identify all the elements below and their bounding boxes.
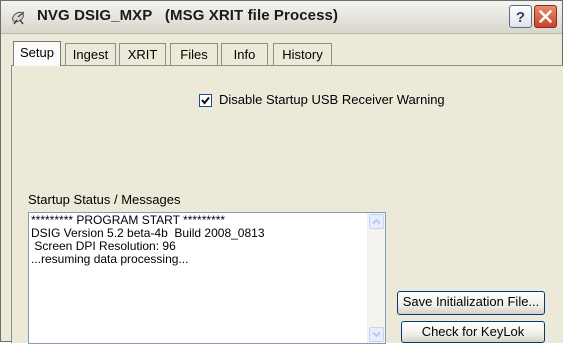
checkmark-icon xyxy=(201,96,210,105)
scroll-down-button[interactable] xyxy=(369,327,384,342)
tab-xrit[interactable]: XRIT xyxy=(119,43,166,65)
disable-usb-warning-label[interactable]: Disable Startup USB Receiver Warning xyxy=(219,92,445,107)
chevron-up-icon xyxy=(372,218,381,225)
tab-ingest[interactable]: Ingest xyxy=(65,43,116,65)
chevron-down-icon xyxy=(372,331,381,338)
messages-scrollbar[interactable] xyxy=(367,213,385,343)
svg-text:?: ? xyxy=(516,9,525,26)
main-window: NVG DSIG_MXP (MSG XRIT file Process) ? S… xyxy=(0,0,563,344)
help-button[interactable]: ? xyxy=(509,5,532,28)
tab-history[interactable]: History xyxy=(273,43,332,65)
tab-info[interactable]: Info xyxy=(221,43,268,65)
satellite-dish-icon xyxy=(11,9,27,25)
save-initialization-file-button[interactable]: Save Initialization File... xyxy=(397,291,545,315)
tab-files[interactable]: Files xyxy=(170,43,218,65)
title-bar[interactable]: NVG DSIG_MXP (MSG XRIT file Process) ? xyxy=(1,1,562,34)
check-keylok-button[interactable]: Check for KeyLok xyxy=(401,321,545,343)
message-line: ...resuming data processing... xyxy=(31,252,189,266)
close-button[interactable] xyxy=(534,5,557,28)
scroll-up-button[interactable] xyxy=(369,214,384,229)
setup-panel: Disable Startup USB Receiver Warning Sta… xyxy=(11,65,563,344)
status-messages-textarea[interactable]: ********* PROGRAM START ********* DSIG V… xyxy=(28,212,386,344)
tab-setup[interactable]: Setup xyxy=(13,41,61,66)
window-title: NVG DSIG_MXP (MSG XRIT file Process) xyxy=(37,7,339,24)
status-messages-heading: Startup Status / Messages xyxy=(28,192,181,207)
disable-usb-warning-checkbox[interactable] xyxy=(199,94,212,107)
